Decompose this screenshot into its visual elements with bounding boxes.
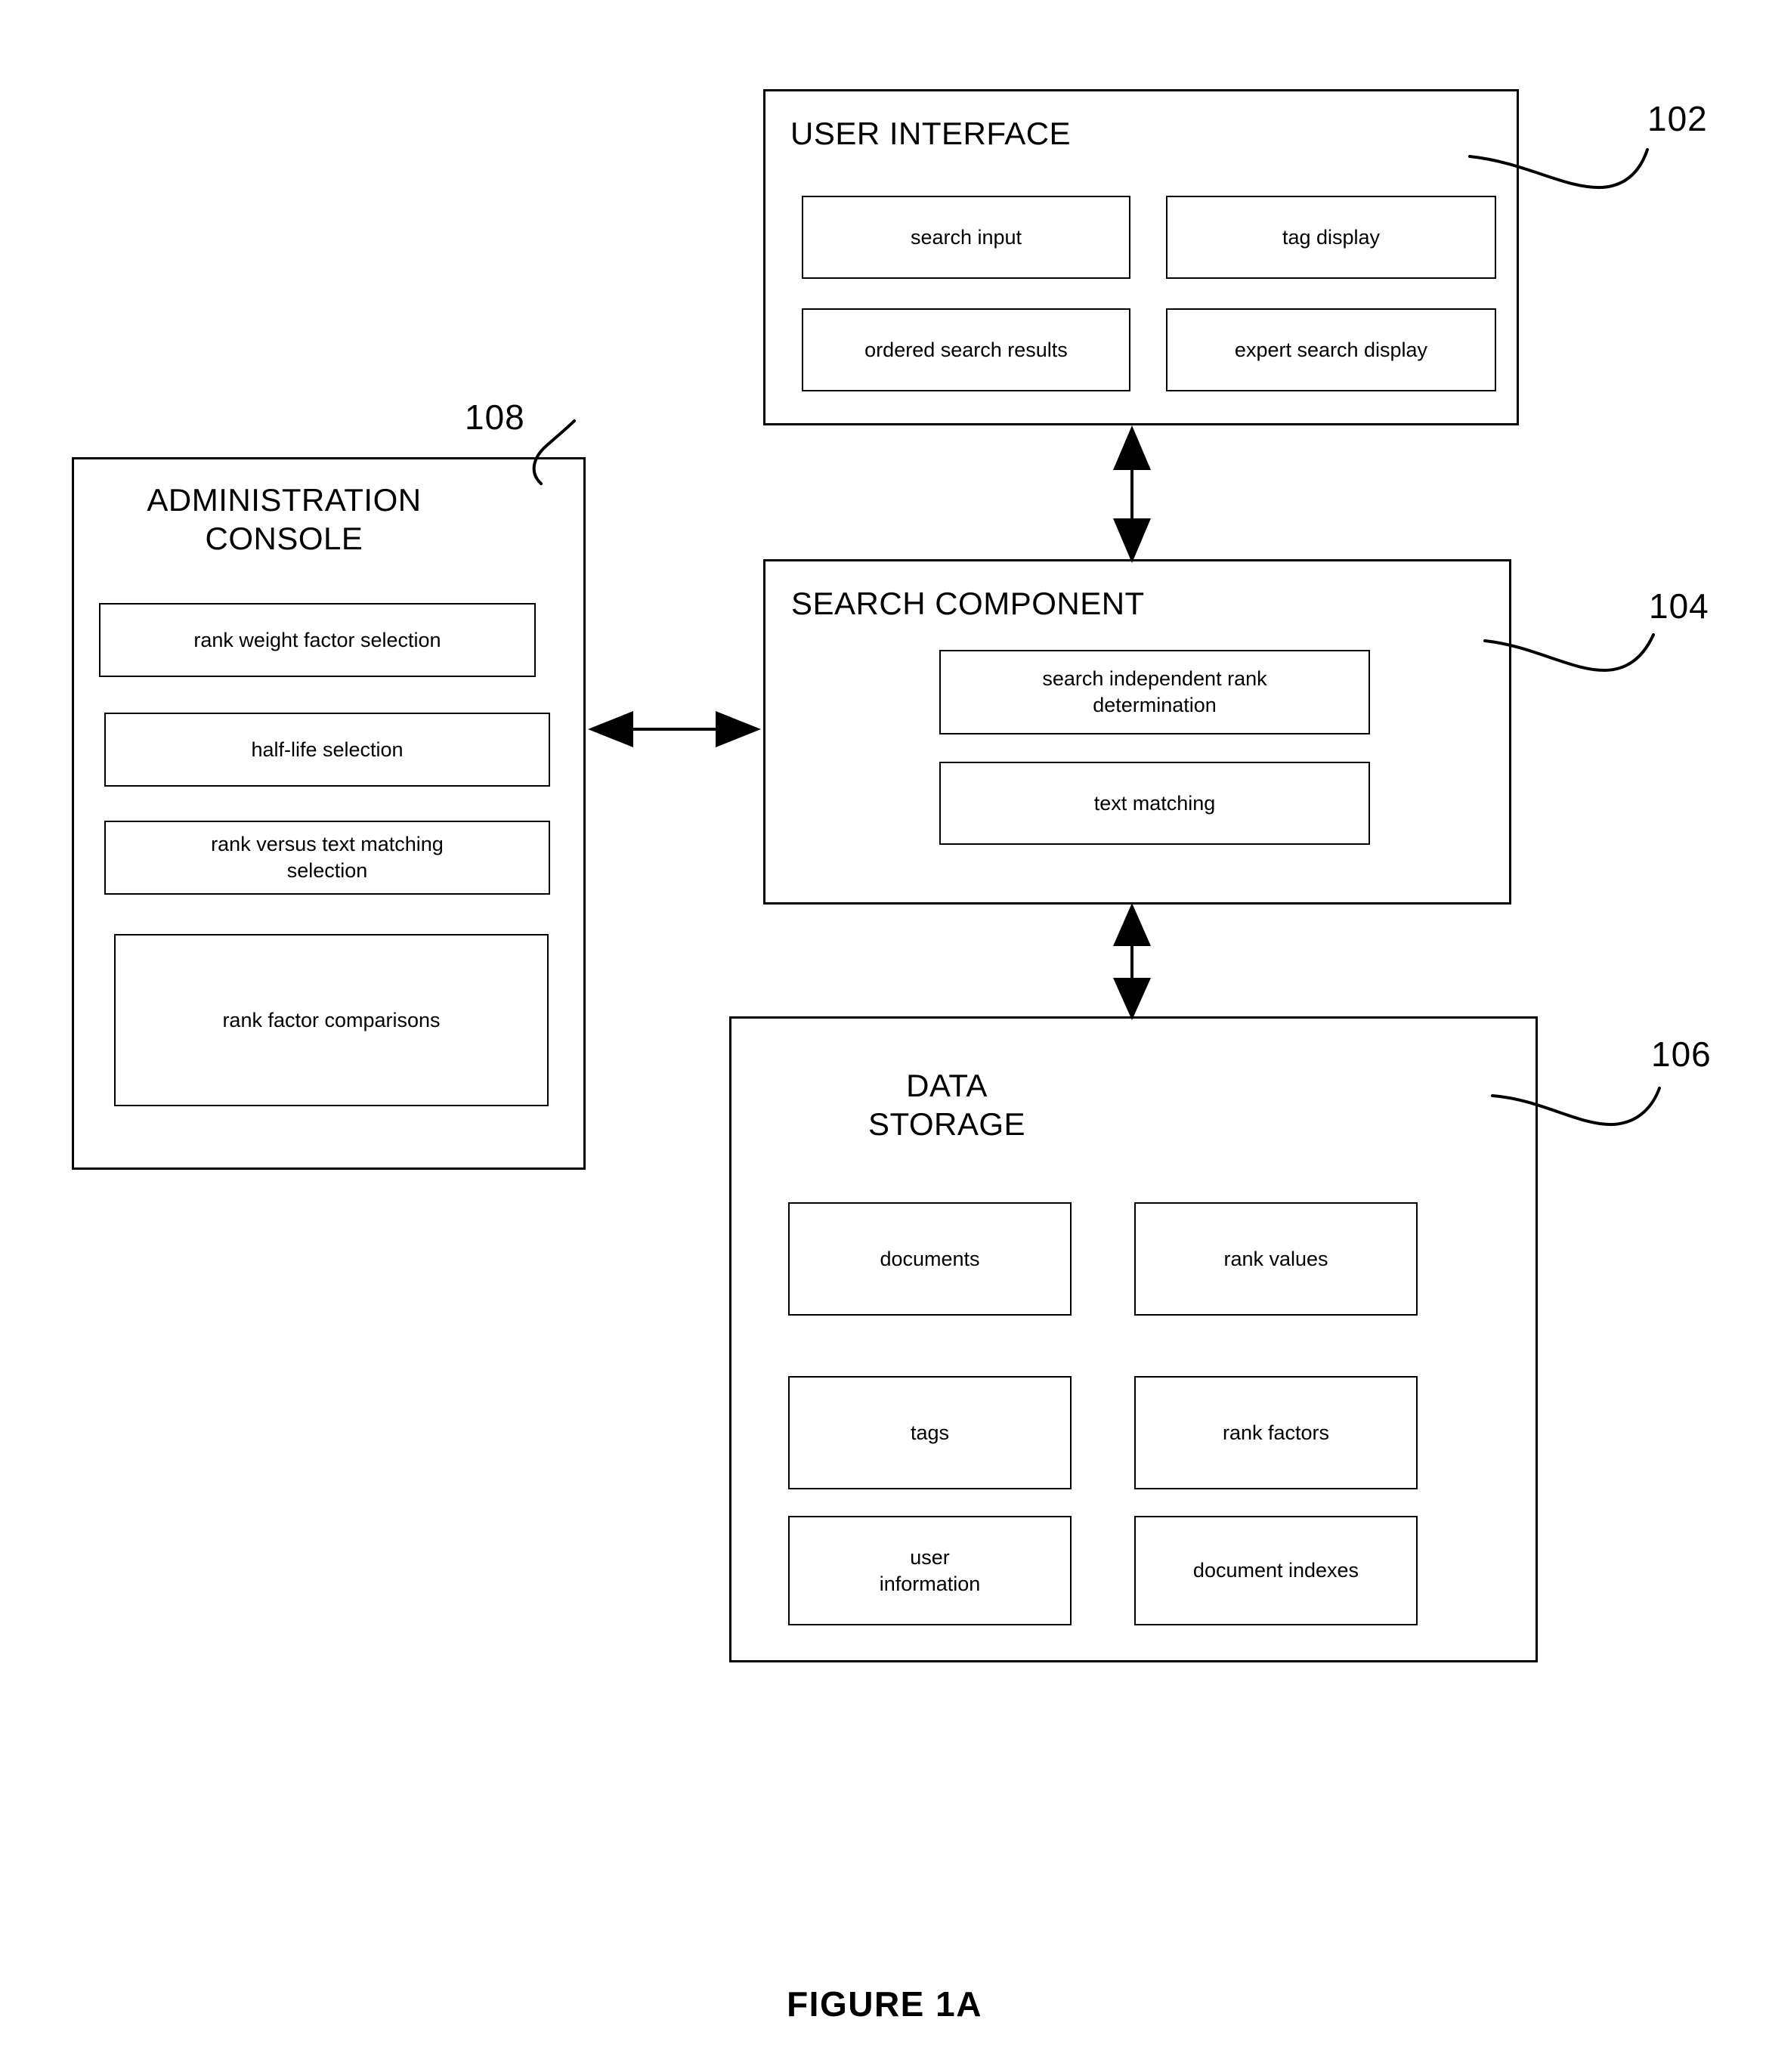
admin-item-half-life-selection[interactable]: half-life selection [104, 713, 550, 787]
module-user-interface: USER INTERFACE search input tag display … [763, 89, 1519, 425]
reference-numeral-106: 106 [1651, 1034, 1712, 1074]
storage-item-document-indexes[interactable]: document indexes [1134, 1516, 1418, 1625]
admin-item-rank-factor-comparisons[interactable]: rank factor comparisons [114, 934, 549, 1106]
storage-item-documents[interactable]: documents [788, 1202, 1072, 1316]
ui-item-tag-display[interactable]: tag display [1166, 196, 1496, 279]
figure-page: USER INTERFACE search input tag display … [0, 0, 1769, 2072]
storage-item-rank-values[interactable]: rank values [1134, 1202, 1418, 1316]
ui-item-ordered-search-results[interactable]: ordered search results [802, 308, 1130, 391]
administration-console-title: ADMINISTRATION CONSOLE [147, 482, 422, 557]
module-data-storage: DATA STORAGE documents rank values tags … [729, 1016, 1538, 1662]
storage-item-tags[interactable]: tags [788, 1376, 1072, 1489]
connector-search-to-storage [1113, 903, 1151, 1020]
reference-numeral-102: 102 [1647, 99, 1708, 138]
data-storage-title: DATA STORAGE [867, 1068, 1026, 1143]
reference-numeral-104: 104 [1649, 586, 1709, 626]
user-interface-title: USER INTERFACE [790, 116, 1072, 151]
reference-numeral-108: 108 [465, 397, 525, 437]
module-administration-console: ADMINISTRATION CONSOLE rank weight facto… [72, 457, 586, 1170]
search-component-title: SEARCH COMPONENT [791, 586, 1145, 621]
storage-item-rank-factors[interactable]: rank factors [1134, 1376, 1418, 1489]
module-search-component: SEARCH COMPONENT search independent rank… [763, 559, 1511, 905]
storage-item-user-information[interactable]: user information [788, 1516, 1072, 1625]
ui-item-search-input[interactable]: search input [802, 196, 1130, 279]
search-item-independent-rank-determination[interactable]: search independent rank determination [939, 650, 1370, 734]
connector-admin-to-search [588, 711, 761, 747]
figure-caption: FIGURE 1A [787, 1984, 982, 2024]
admin-item-rank-versus-text-matching-selection[interactable]: rank versus text matching selection [104, 821, 550, 895]
connector-ui-to-search [1113, 425, 1151, 563]
admin-item-rank-weight-factor-selection[interactable]: rank weight factor selection [99, 603, 536, 677]
ui-item-expert-search-display[interactable]: expert search display [1166, 308, 1496, 391]
search-item-text-matching[interactable]: text matching [939, 762, 1370, 845]
